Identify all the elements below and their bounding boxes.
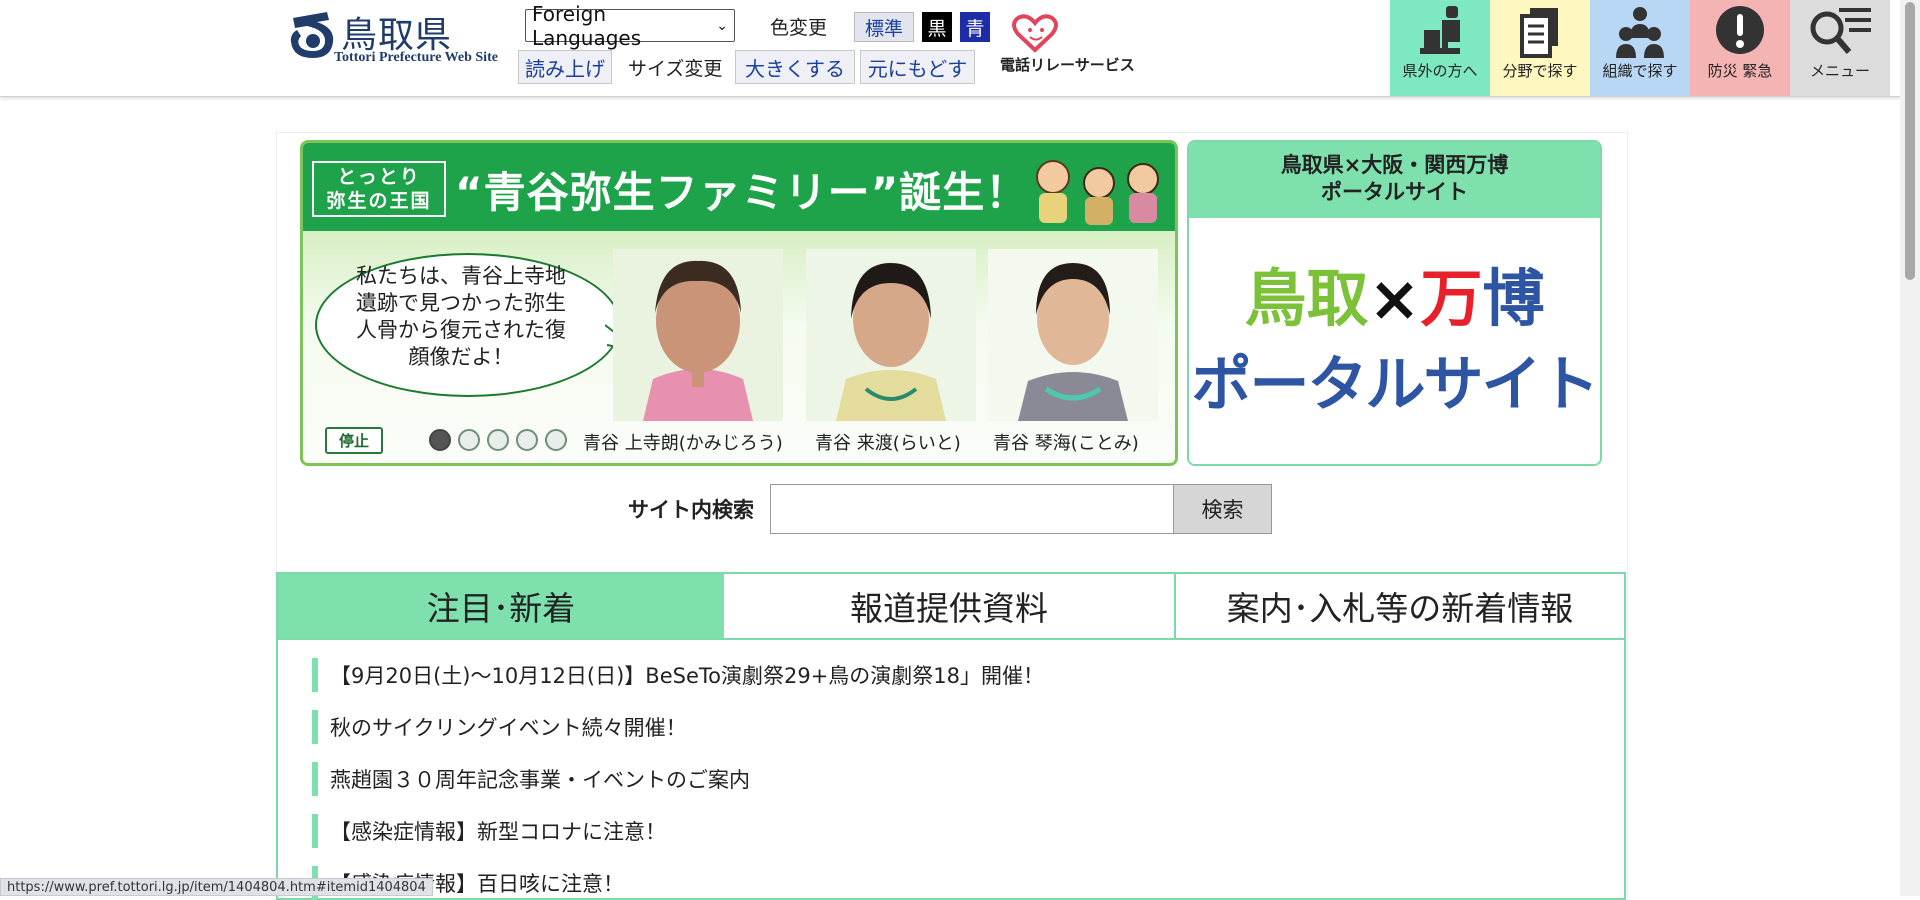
nav-label: 分野で探す (1502, 62, 1578, 80)
read-aloud-button[interactable]: 読み上げ (518, 50, 612, 84)
nav-menu[interactable]: メニュー (1790, 0, 1890, 96)
news-item[interactable]: 燕趙園３０周年記念事業・イベントのご案内 (312, 762, 750, 796)
news-list-panel: 【9月20日(土)～10月12日(日)】BeSeTo演劇祭29+鳥の演劇祭18」… (276, 640, 1626, 900)
face-image-kotomi (988, 249, 1158, 421)
tab-featured-new[interactable]: 注目･新着 (276, 572, 726, 640)
scrollbar-thumb[interactable] (1905, 2, 1915, 280)
tab-press-releases[interactable]: 報道提供資料 (724, 572, 1176, 640)
foreign-language-select[interactable]: Foreign Languages ⌄ (525, 2, 735, 50)
tab-notices-bids[interactable]: 案内･入札等の新着情報 (1174, 572, 1626, 640)
site-header: 鳥取県 Tottori Prefecture Web Site Foreign … (0, 0, 1900, 97)
nav-for-outside-visitors[interactable]: 県外の方へ (1390, 0, 1490, 96)
banner-header: とっとり 弥生の王国 “青谷弥生ファミリー”誕生！ (303, 143, 1175, 231)
size-reset-button[interactable]: 元にもどす (860, 50, 975, 84)
carousel-dot[interactable] (516, 429, 538, 451)
site-search-label: サイト内検索 (628, 498, 754, 522)
caption-kamijiro: 青谷 上寺朗(かみじろう) (583, 433, 783, 454)
face-image-raito (806, 249, 976, 421)
site-logo[interactable]: 鳥取県 Tottori Prefecture Web Site (287, 6, 512, 66)
site-search-button[interactable]: 検索 (1173, 484, 1272, 534)
color-black-button[interactable]: 黒 (922, 12, 952, 42)
site-search-input[interactable] (770, 484, 1174, 534)
chair-person-icon (1390, 4, 1490, 60)
yayoi-family-banner[interactable]: とっとり 弥生の王国 “青谷弥生ファミリー”誕生！ 私たちは、青谷上寺地遺跡で見… (300, 140, 1178, 466)
tottori-logo-icon (290, 12, 334, 58)
phone-relay-service-link[interactable]: 電話リレーサービス (1000, 12, 1135, 78)
status-bar-url: https://www.pref.tottori.lg.jp/item/1404… (0, 878, 433, 896)
banner-badge: とっとり 弥生の王国 (312, 161, 446, 217)
expo-logo-haku: 博 (1482, 262, 1545, 335)
logo-subtitle: Tottori Prefecture Web Site (334, 50, 498, 65)
color-standard-button[interactable]: 標準 (854, 12, 914, 42)
expo-logo-man: 万 (1420, 262, 1483, 335)
banner-title: “青谷弥生ファミリー”誕生！ (455, 168, 1029, 217)
nav-disaster-emergency[interactable]: 防災 緊急 (1690, 0, 1790, 96)
news-item[interactable]: 【感染症情報】新型コロナに注意！ (312, 814, 666, 848)
size-bigger-button[interactable]: 大きくする (735, 50, 855, 84)
page-scrollbar[interactable] (1900, 0, 1920, 896)
nav-label: 組織で探す (1602, 62, 1678, 80)
color-change-label: 色変更 (770, 17, 828, 39)
face-image-kamijiro (613, 249, 783, 421)
expo-portal-banner[interactable]: 鳥取県×大阪・関西万博 ポータルサイト 鳥取×万博 ポータルサイト (1187, 140, 1602, 466)
bubble-text: 私たちは、青谷上寺地遺跡で見つかった弥生人骨から復元された復顔像だよ！ (356, 264, 566, 369)
nav-label: 県外の方へ (1402, 62, 1478, 80)
nav-search-by-organization[interactable]: 組織で探す (1590, 0, 1690, 96)
search-menu-icon (1790, 4, 1890, 60)
expo-portal-header: 鳥取県×大阪・関西万博 ポータルサイト (1189, 142, 1600, 218)
expo-logo-tottori: 鳥取 (1244, 262, 1369, 335)
carousel-dot[interactable] (487, 429, 509, 451)
color-blue-button[interactable]: 青 (960, 12, 990, 42)
size-change-label: サイズ変更 (628, 58, 723, 80)
carousel-stop-button[interactable]: 停止 (325, 427, 383, 454)
language-select-value: Foreign Languages (532, 1, 642, 50)
news-tabs: 注目･新着 報道提供資料 案内･入札等の新着情報 (276, 572, 1626, 642)
carousel-dot[interactable] (458, 429, 480, 451)
expo-portal-body: 鳥取×万博 ポータルサイト (1189, 218, 1600, 464)
caption-kotomi: 青谷 琴海(ことみ) (993, 433, 1139, 454)
heart-hand-icon (1012, 14, 1058, 53)
news-item[interactable]: 【9月20日(土)～10月12日(日)】BeSeTo演劇祭29+鳥の演劇祭18」… (312, 658, 1044, 692)
nav-label: 防災 緊急 (1707, 62, 1773, 80)
mascot-characters-icon (1036, 160, 1159, 225)
expo-logo-line2: ポータルサイト (1191, 350, 1600, 420)
nav-search-by-field[interactable]: 分野で探す (1490, 0, 1590, 96)
caption-raito: 青谷 来渡(らいと) (815, 433, 961, 454)
news-item[interactable]: 秋のサイクリングイベント続々開催！ (312, 710, 687, 744)
people-icon (1590, 4, 1690, 60)
banner-body: 私たちは、青谷上寺地遺跡で見つかった弥生人骨から復元された復顔像だよ！ 停止 青… (303, 231, 1175, 463)
expo-logo-line1: 鳥取×万博 (1189, 248, 1600, 338)
documents-icon (1490, 4, 1590, 60)
relay-service-text: 電話リレーサービス (1000, 56, 1135, 74)
expo-logo-cross: × (1368, 262, 1421, 335)
carousel-dots (429, 429, 567, 451)
exclamation-icon (1690, 4, 1790, 60)
nav-label: メニュー (1809, 62, 1870, 80)
chevron-down-icon: ⌄ (716, 17, 728, 34)
carousel-dot[interactable] (429, 429, 451, 451)
carousel-dot[interactable] (545, 429, 567, 451)
